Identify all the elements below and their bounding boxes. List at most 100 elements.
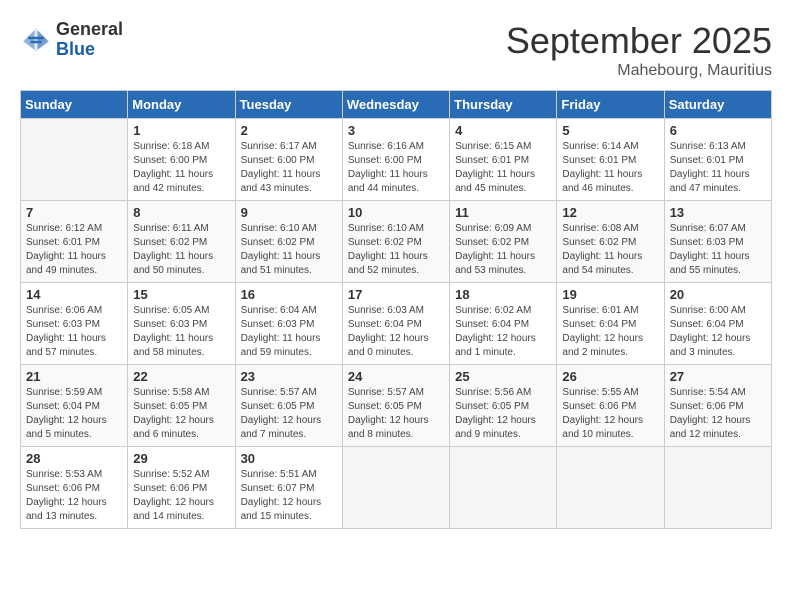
- day-info: Sunrise: 6:17 AM Sunset: 6:00 PM Dayligh…: [241, 140, 337, 196]
- logo-text: General Blue: [56, 20, 123, 60]
- calendar-day-cell: 11 Sunrise: 6:09 AM Sunset: 6:02 PM Dayli…: [450, 201, 557, 283]
- calendar-table: Sunday Monday Tuesday Wednesday Thursday…: [20, 90, 772, 529]
- day-number: 2: [241, 123, 337, 138]
- day-info: Sunrise: 6:03 AM Sunset: 6:04 PM Dayligh…: [348, 304, 444, 360]
- calendar-day-cell: 17 Sunrise: 6:03 AM Sunset: 6:04 PM Dayli…: [342, 283, 449, 365]
- calendar-week-row: 21 Sunrise: 5:59 AM Sunset: 6:04 PM Dayli…: [21, 365, 772, 447]
- calendar-day-cell: [557, 447, 664, 529]
- page-container: General Blue September 2025 Mahebourg, M…: [20, 20, 772, 529]
- day-info: Sunrise: 5:59 AM Sunset: 6:04 PM Dayligh…: [26, 386, 122, 442]
- day-number: 10: [348, 205, 444, 220]
- day-number: 22: [133, 369, 229, 384]
- calendar-day-cell: [342, 447, 449, 529]
- day-info: Sunrise: 6:04 AM Sunset: 6:03 PM Dayligh…: [241, 304, 337, 360]
- header-sunday: Sunday: [21, 91, 128, 119]
- calendar-day-cell: 26 Sunrise: 5:55 AM Sunset: 6:06 PM Dayli…: [557, 365, 664, 447]
- day-info: Sunrise: 5:57 AM Sunset: 6:05 PM Dayligh…: [348, 386, 444, 442]
- day-info: Sunrise: 6:13 AM Sunset: 6:01 PM Dayligh…: [670, 140, 766, 196]
- calendar-day-cell: 15Sunrise: 6:05 AM Sunset: 6:03 PM Dayli…: [128, 283, 235, 365]
- day-info: Sunrise: 6:05 AM Sunset: 6:03 PM Dayligh…: [133, 304, 229, 360]
- day-number: 13: [670, 205, 766, 220]
- header-friday: Friday: [557, 91, 664, 119]
- day-number: 5: [562, 123, 658, 138]
- day-info: Sunrise: 5:57 AM Sunset: 6:05 PM Dayligh…: [241, 386, 337, 442]
- day-number: 19: [562, 287, 658, 302]
- calendar-header-row: Sunday Monday Tuesday Wednesday Thursday…: [21, 91, 772, 119]
- calendar-day-cell: 12Sunrise: 6:08 AM Sunset: 6:02 PM Dayli…: [557, 201, 664, 283]
- header-tuesday: Tuesday: [235, 91, 342, 119]
- calendar-day-cell: 7 Sunrise: 6:12 AM Sunset: 6:01 PM Daylig…: [21, 201, 128, 283]
- calendar-day-cell: 1 Sunrise: 6:18 AM Sunset: 6:00 PM Daylig…: [128, 119, 235, 201]
- calendar-day-cell: 29Sunrise: 5:52 AM Sunset: 6:06 PM Dayli…: [128, 447, 235, 529]
- day-number: 26: [562, 369, 658, 384]
- day-info: Sunrise: 6:00 AM Sunset: 6:04 PM Dayligh…: [670, 304, 766, 360]
- day-number: 6: [670, 123, 766, 138]
- location-subtitle: Mahebourg, Mauritius: [506, 62, 772, 80]
- day-info: Sunrise: 6:10 AM Sunset: 6:02 PM Dayligh…: [348, 222, 444, 278]
- calendar-day-cell: [664, 447, 771, 529]
- day-info: Sunrise: 6:16 AM Sunset: 6:00 PM Dayligh…: [348, 140, 444, 196]
- header-thursday: Thursday: [450, 91, 557, 119]
- day-number: 25: [455, 369, 551, 384]
- calendar-week-row: 1 Sunrise: 6:18 AM Sunset: 6:00 PM Daylig…: [21, 119, 772, 201]
- header-monday: Monday: [128, 91, 235, 119]
- day-number: 4: [455, 123, 551, 138]
- day-number: 9: [241, 205, 337, 220]
- day-number: 7: [26, 205, 122, 220]
- day-info: Sunrise: 6:15 AM Sunset: 6:01 PM Dayligh…: [455, 140, 551, 196]
- month-title: September 2025: [506, 20, 772, 62]
- calendar-day-cell: 22 Sunrise: 5:58 AM Sunset: 6:05 PM Dayli…: [128, 365, 235, 447]
- day-number: 27: [670, 369, 766, 384]
- day-info: Sunrise: 6:01 AM Sunset: 6:04 PM Dayligh…: [562, 304, 658, 360]
- title-block: September 2025 Mahebourg, Mauritius: [506, 20, 772, 80]
- calendar-day-cell: 28Sunrise: 5:53 AM Sunset: 6:06 PM Dayli…: [21, 447, 128, 529]
- calendar-day-cell: 4 Sunrise: 6:15 AM Sunset: 6:01 PM Daylig…: [450, 119, 557, 201]
- day-info: Sunrise: 6:14 AM Sunset: 6:01 PM Dayligh…: [562, 140, 658, 196]
- calendar-day-cell: 25 Sunrise: 5:56 AM Sunset: 6:05 PM Dayli…: [450, 365, 557, 447]
- logo: General Blue: [20, 20, 123, 60]
- day-number: 16: [241, 287, 337, 302]
- day-info: Sunrise: 6:07 AM Sunset: 6:03 PM Dayligh…: [670, 222, 766, 278]
- day-number: 1: [133, 123, 229, 138]
- day-number: 11: [455, 205, 551, 220]
- calendar-day-cell: 9 Sunrise: 6:10 AM Sunset: 6:02 PM Daylig…: [235, 201, 342, 283]
- calendar-day-cell: [450, 447, 557, 529]
- calendar-day-cell: 21 Sunrise: 5:59 AM Sunset: 6:04 PM Dayli…: [21, 365, 128, 447]
- day-info: Sunrise: 6:18 AM Sunset: 6:00 PM Dayligh…: [133, 140, 229, 196]
- day-info: Sunrise: 5:51 AM Sunset: 6:07 PM Dayligh…: [241, 468, 337, 524]
- day-number: 21: [26, 369, 122, 384]
- calendar-day-cell: 18Sunrise: 6:02 AM Sunset: 6:04 PM Dayli…: [450, 283, 557, 365]
- day-info: Sunrise: 5:55 AM Sunset: 6:06 PM Dayligh…: [562, 386, 658, 442]
- calendar-day-cell: 23Sunrise: 5:57 AM Sunset: 6:05 PM Dayli…: [235, 365, 342, 447]
- logo-icon: [20, 24, 52, 56]
- calendar-day-cell: 30 Sunrise: 5:51 AM Sunset: 6:07 PM Dayli…: [235, 447, 342, 529]
- calendar-day-cell: 20 Sunrise: 6:00 AM Sunset: 6:04 PM Dayli…: [664, 283, 771, 365]
- calendar-day-cell: 27 Sunrise: 5:54 AM Sunset: 6:06 PM Dayli…: [664, 365, 771, 447]
- day-info: Sunrise: 6:06 AM Sunset: 6:03 PM Dayligh…: [26, 304, 122, 360]
- logo-blue: Blue: [56, 40, 123, 60]
- calendar-week-row: 14 Sunrise: 6:06 AM Sunset: 6:03 PM Dayli…: [21, 283, 772, 365]
- day-number: 14: [26, 287, 122, 302]
- day-info: Sunrise: 5:52 AM Sunset: 6:06 PM Dayligh…: [133, 468, 229, 524]
- calendar-day-cell: 16 Sunrise: 6:04 AM Sunset: 6:03 PM Dayli…: [235, 283, 342, 365]
- calendar-day-cell: 10 Sunrise: 6:10 AM Sunset: 6:02 PM Dayli…: [342, 201, 449, 283]
- page-header: General Blue September 2025 Mahebourg, M…: [20, 20, 772, 80]
- day-info: Sunrise: 6:12 AM Sunset: 6:01 PM Dayligh…: [26, 222, 122, 278]
- day-info: Sunrise: 5:53 AM Sunset: 6:06 PM Dayligh…: [26, 468, 122, 524]
- day-number: 17: [348, 287, 444, 302]
- calendar-day-cell: 19 Sunrise: 6:01 AM Sunset: 6:04 PM Dayli…: [557, 283, 664, 365]
- day-info: Sunrise: 6:10 AM Sunset: 6:02 PM Dayligh…: [241, 222, 337, 278]
- calendar-day-cell: 6 Sunrise: 6:13 AM Sunset: 6:01 PM Daylig…: [664, 119, 771, 201]
- day-number: 8: [133, 205, 229, 220]
- day-info: Sunrise: 5:54 AM Sunset: 6:06 PM Dayligh…: [670, 386, 766, 442]
- calendar-day-cell: 8Sunrise: 6:11 AM Sunset: 6:02 PM Daylig…: [128, 201, 235, 283]
- calendar-day-cell: 24Sunrise: 5:57 AM Sunset: 6:05 PM Dayli…: [342, 365, 449, 447]
- day-info: Sunrise: 5:56 AM Sunset: 6:05 PM Dayligh…: [455, 386, 551, 442]
- day-number: 30: [241, 451, 337, 466]
- day-info: Sunrise: 5:58 AM Sunset: 6:05 PM Dayligh…: [133, 386, 229, 442]
- day-info: Sunrise: 6:09 AM Sunset: 6:02 PM Dayligh…: [455, 222, 551, 278]
- day-info: Sunrise: 6:08 AM Sunset: 6:02 PM Dayligh…: [562, 222, 658, 278]
- day-info: Sunrise: 6:02 AM Sunset: 6:04 PM Dayligh…: [455, 304, 551, 360]
- day-number: 20: [670, 287, 766, 302]
- calendar-day-cell: 5 Sunrise: 6:14 AM Sunset: 6:01 PM Daylig…: [557, 119, 664, 201]
